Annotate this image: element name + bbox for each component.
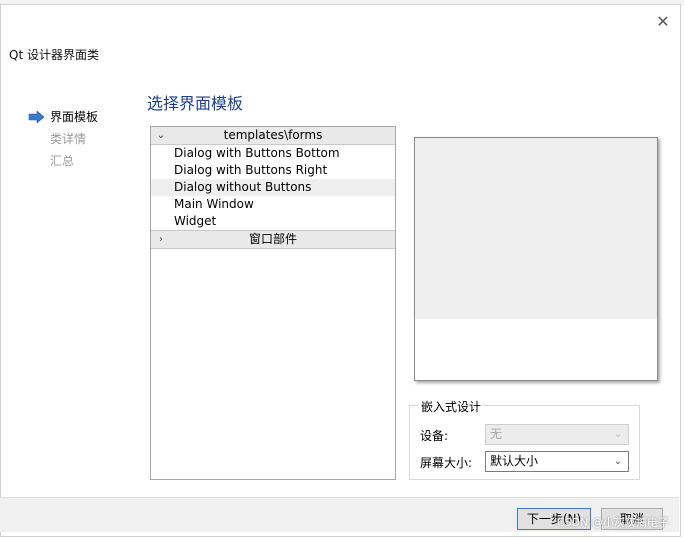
step-form-template: 界面模板 xyxy=(28,106,98,128)
window-title: Qt 设计器界面类 xyxy=(9,48,99,62)
wizard-steps: 界面模板 类详情 汇总 xyxy=(28,106,98,172)
step-summary: 汇总 xyxy=(28,150,98,172)
arrow-right-icon xyxy=(28,111,45,123)
template-tree[interactable]: ⌄ templates\forms Dialog with Buttons Bo… xyxy=(150,126,396,480)
tree-item-dialog-without-buttons[interactable]: Dialog without Buttons xyxy=(151,179,395,196)
tree-item-dialog-buttons-bottom[interactable]: Dialog with Buttons Bottom xyxy=(151,145,395,162)
group-title: 嵌入式设计 xyxy=(418,398,485,415)
tree-item-main-window[interactable]: Main Window xyxy=(151,196,395,213)
page-title: 选择界面模板 xyxy=(147,94,244,113)
chevron-down-icon[interactable]: ⌄ xyxy=(155,127,167,144)
chevron-right-icon[interactable]: › xyxy=(155,231,167,248)
tree-group-templates-forms[interactable]: ⌄ templates\forms xyxy=(151,127,395,145)
preview-form xyxy=(415,138,657,319)
device-select-value: 无 xyxy=(490,427,503,441)
tree-item-widget[interactable]: Widget xyxy=(151,213,395,230)
screen-size-label: 屏幕大小: xyxy=(420,456,473,470)
watermark: CSDN @小灰灰搞电子 xyxy=(557,516,669,529)
device-label: 设备: xyxy=(420,429,449,443)
screen-size-select[interactable]: 默认大小 ⌄ xyxy=(485,451,629,472)
step-label: 类详情 xyxy=(50,132,87,146)
embedded-design-group: 嵌入式设计 设备: 无 ⌄ 屏幕大小: 默认大小 ⌄ xyxy=(409,398,640,480)
tree-item-dialog-buttons-right[interactable]: Dialog with Buttons Right xyxy=(151,162,395,179)
step-class-details: 类详情 xyxy=(28,128,98,150)
chevron-down-icon: ⌄ xyxy=(613,456,623,467)
step-label: 汇总 xyxy=(50,154,75,168)
chevron-down-icon: ⌄ xyxy=(613,429,623,440)
tree-group-label: 窗口部件 xyxy=(248,232,297,246)
device-select[interactable]: 无 ⌄ xyxy=(485,424,629,445)
close-icon[interactable]: ✕ xyxy=(653,12,673,32)
screen-size-select-value: 默认大小 xyxy=(490,454,539,468)
tree-group-widgets[interactable]: › 窗口部件 xyxy=(151,230,395,249)
tree-group-label: templates\forms xyxy=(223,128,323,142)
template-preview xyxy=(414,137,658,381)
step-label: 界面模板 xyxy=(50,110,99,124)
